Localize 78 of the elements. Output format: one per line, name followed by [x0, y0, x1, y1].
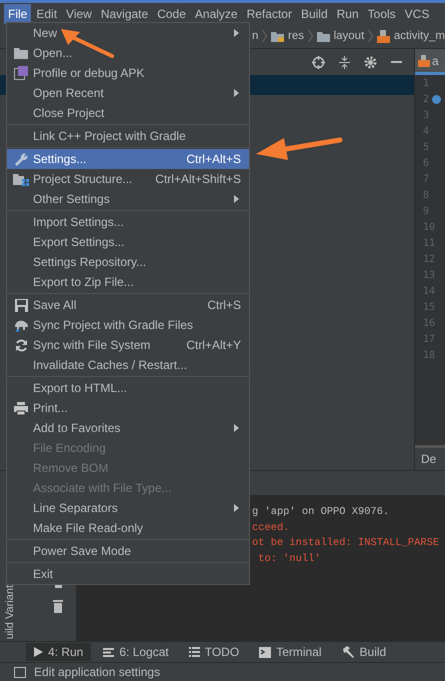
menu-bar-item[interactable]: File [4, 4, 32, 24]
menu-item[interactable]: Line Separators [7, 498, 249, 518]
menu-item[interactable]: Export to Zip File... [7, 272, 249, 292]
minimize-icon [391, 61, 402, 63]
target-icon [312, 56, 325, 68]
menu-item[interactable]: Make File Read-only [7, 518, 249, 538]
folder-icon [271, 30, 284, 42]
menu-item[interactable]: Save All Ctrl+S [7, 295, 249, 315]
layout-file-icon [418, 54, 430, 66]
menu-item[interactable]: Link C++ Project with Gradle [7, 126, 249, 146]
tool-window-tab[interactable]: TODO [180, 643, 248, 661]
breadcrumb-item[interactable]: activity_m [394, 30, 445, 42]
chevron-icon [262, 30, 268, 42]
menu-bar-item[interactable]: Refactor [242, 4, 296, 24]
trash-icon [53, 600, 63, 613]
menu-item[interactable]: Add to Favorites [7, 418, 249, 438]
menu-item[interactable]: Sync with File System Ctrl+Alt+Y [7, 335, 249, 355]
menu-bar-item[interactable]: Analyze [190, 4, 242, 24]
hammer-icon [342, 646, 355, 658]
play-icon [34, 647, 43, 657]
terminal-icon [259, 646, 272, 658]
menu-item[interactable]: Sync Project with Gradle Files [7, 315, 249, 335]
menu-bar-item[interactable]: Tools [364, 4, 400, 24]
menu-item[interactable]: Project Structure... Ctrl+Alt+Shift+S [7, 169, 249, 189]
list-icon [188, 647, 200, 657]
menu-item[interactable]: Open Recent [7, 83, 249, 103]
window-icon [14, 666, 26, 678]
menu-item[interactable]: Export to HTML... [7, 378, 249, 398]
elephant-sync-icon [14, 318, 28, 332]
menu-item[interactable]: Export Settings... [7, 232, 249, 252]
menu-item[interactable]: Settings Repository... [7, 252, 249, 272]
sync-icon [14, 338, 28, 352]
folder-grid-icon [13, 172, 29, 186]
tool-window-tab[interactable]: 4: Run [26, 643, 92, 661]
menu-bar-item[interactable]: Run [332, 4, 363, 24]
chevron-icon [308, 30, 313, 42]
build-variants-tab[interactable]: uild Variant [4, 584, 16, 639]
printer-icon [14, 402, 28, 414]
menu-bar-item[interactable]: Build [296, 4, 332, 24]
menu-bar-item[interactable]: Edit [32, 4, 62, 24]
design-tab[interactable]: De [415, 445, 445, 470]
menu-item[interactable]: Print... [7, 398, 249, 418]
menu-item[interactable]: Other Settings [7, 189, 249, 209]
menu-item[interactable]: Power Save Mode [7, 541, 249, 561]
menu-bar-item[interactable]: Code [153, 4, 190, 24]
console-line: g 'app' on OPPO X9076. [252, 505, 390, 520]
menu-item[interactable]: Profile or debug APK [7, 63, 249, 83]
menu-item[interactable]: Close Project [7, 103, 249, 123]
chevron-icon [368, 30, 374, 42]
gutter-marker-icon [432, 94, 442, 104]
console-line: ot be installed: INSTALL_PARSE [252, 536, 440, 551]
wrench-icon [14, 152, 28, 166]
apk-icon [14, 66, 28, 80]
collapse-icon [339, 56, 350, 68]
menu-item[interactable]: Open... [7, 43, 249, 63]
layout-file-icon [377, 30, 390, 42]
breadcrumb-item[interactable]: n [252, 30, 258, 42]
console-line: to: 'null' [257, 552, 322, 566]
menu-bar-item[interactable]: VCS [400, 4, 434, 24]
menu-item[interactable]: New [7, 23, 249, 43]
folder-icon [316, 30, 330, 42]
status-text: Edit application settings [34, 665, 160, 679]
tool-window-tab[interactable]: 6: Logcat [95, 643, 177, 661]
tool-window-tab[interactable]: Build [334, 643, 394, 661]
lines-icon [103, 648, 114, 656]
menu-item[interactable]: Invalidate Caches / Restart... [7, 355, 249, 375]
menu-bar-item[interactable]: Navigate [96, 4, 152, 24]
menu-item[interactable]: Exit [7, 564, 249, 584]
tool-window-tab[interactable]: Terminal [251, 643, 330, 661]
settings-icon [364, 56, 377, 68]
menu-item[interactable]: Import Settings... [7, 212, 249, 232]
breadcrumb-item[interactable]: layout [334, 30, 364, 42]
menu-bar-item[interactable]: View [62, 4, 96, 24]
folder-icon [14, 47, 28, 59]
breadcrumb-item[interactable]: res [288, 30, 304, 42]
editor-tab[interactable]: a [415, 49, 445, 75]
console-line: cceed. [252, 520, 290, 536]
menu-item[interactable]: Settings... Ctrl+Alt+S [7, 149, 249, 169]
